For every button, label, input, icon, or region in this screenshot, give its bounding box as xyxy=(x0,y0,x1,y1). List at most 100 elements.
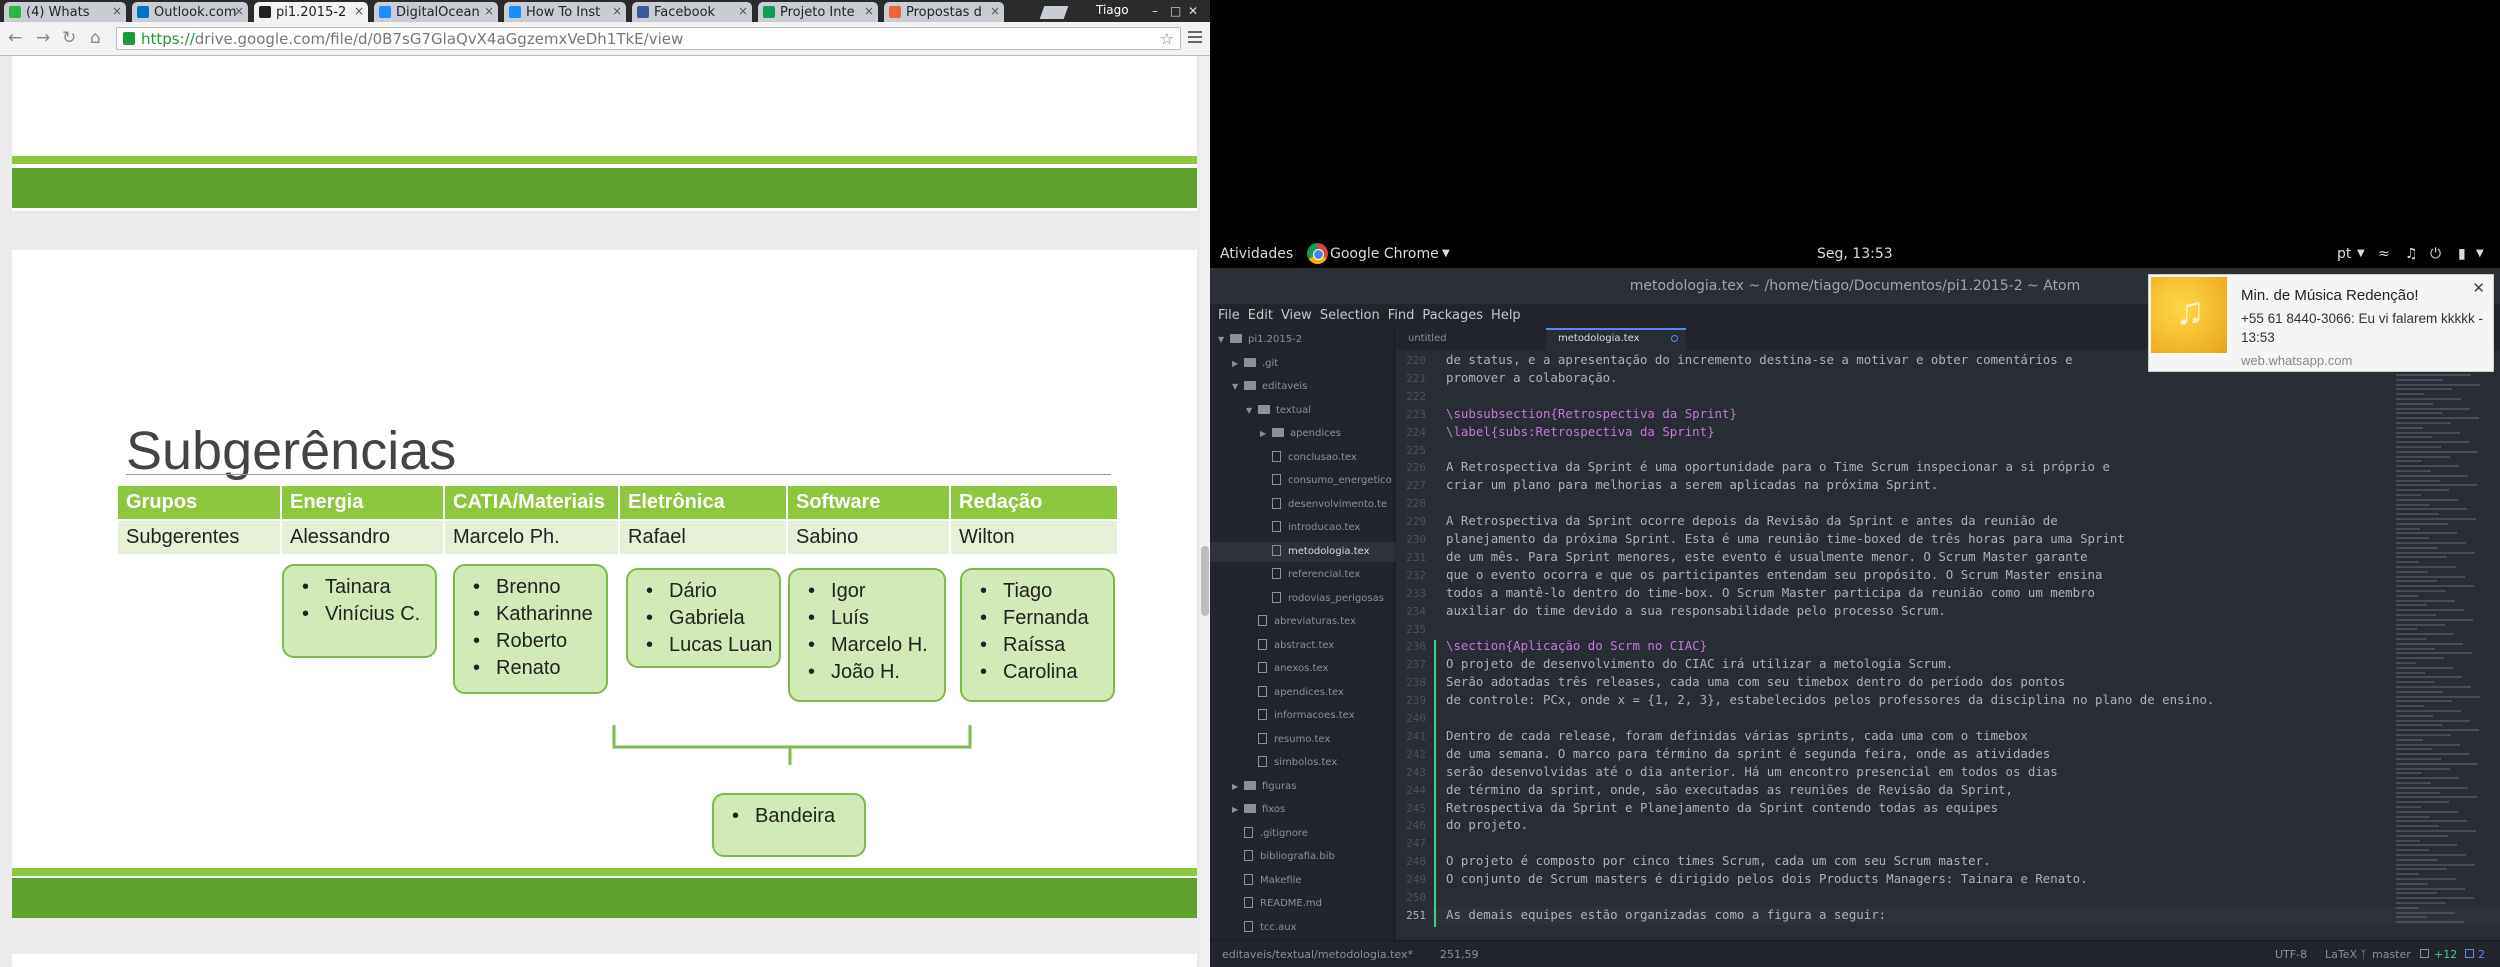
tree-item[interactable]: Makefile xyxy=(1210,871,1302,891)
tree-item[interactable]: desenvolvimento.te xyxy=(1210,495,1387,515)
status-updates[interactable]: 2 xyxy=(2478,948,2485,961)
tab-close-icon[interactable]: × xyxy=(864,4,874,18)
tree-item[interactable]: ▼ editaveis xyxy=(1210,377,1307,397)
minimap-line xyxy=(2396,854,2466,856)
tab-close-icon[interactable]: × xyxy=(990,4,1000,18)
tree-item[interactable]: ▶ figuras xyxy=(1210,777,1296,797)
tab-close-icon[interactable]: × xyxy=(612,4,622,18)
tab-close-icon[interactable]: × xyxy=(354,4,364,18)
browser-tab[interactable]: Outlook.com × xyxy=(132,2,248,22)
browser-tab[interactable]: How To Inst × xyxy=(504,2,626,22)
status-branch[interactable]: master xyxy=(2372,948,2411,961)
tab-close-icon[interactable]: × xyxy=(484,4,494,18)
menu-item[interactable]: File xyxy=(1218,308,1240,323)
code-line: planejamento da próxima Sprint. Esta é u… xyxy=(1446,531,2125,546)
tree-item[interactable]: ▼ textual xyxy=(1210,401,1311,421)
browser-tab[interactable]: (4) Whats × xyxy=(4,2,126,22)
home-icon[interactable]: ⌂ xyxy=(90,28,101,48)
browser-tab[interactable]: Projeto Inte × xyxy=(758,2,878,22)
maximize-icon[interactable]: □ xyxy=(1170,4,1183,18)
scrollbar-thumb[interactable] xyxy=(1201,546,1209,616)
new-tab-button[interactable] xyxy=(1039,6,1069,19)
tree-item[interactable]: anexos.tex xyxy=(1210,659,1328,679)
input-language[interactable]: pt xyxy=(2337,246,2351,262)
tree-item[interactable]: abreviaturas.tex xyxy=(1210,612,1356,632)
tree-item[interactable]: simbolos.tex xyxy=(1210,753,1337,773)
tree-item[interactable]: ▶ apendices xyxy=(1210,424,1341,444)
minimap[interactable] xyxy=(2396,350,2496,940)
close-window-icon[interactable]: ✕ xyxy=(1188,4,1201,18)
viewer-scrollbar[interactable] xyxy=(1200,56,1210,967)
activities-button[interactable]: Atividades xyxy=(1220,246,1293,262)
browser-tab[interactable]: pi1.2015-2 × xyxy=(254,2,368,22)
back-icon[interactable]: ← xyxy=(8,28,22,48)
text-editor[interactable]: 220 221 222 223 224 225 226 227 228 229 230 231 232 2… xyxy=(1396,350,2500,940)
address-bar[interactable]: https://drive.google.com/file/d/0B7sG7Gl… xyxy=(116,27,1181,50)
battery-icon[interactable]: ▮ xyxy=(2458,246,2466,262)
clock[interactable]: Seg, 13:53 xyxy=(1817,246,1893,262)
file-icon xyxy=(1258,662,1267,673)
tree-item[interactable]: informacoes.tex xyxy=(1210,706,1355,726)
menu-item[interactable]: Find xyxy=(1388,308,1415,323)
minimap-line xyxy=(2396,431,2460,434)
bookmark-star-icon[interactable]: ☆ xyxy=(1160,29,1174,48)
wifi-icon[interactable]: ≈ xyxy=(2378,246,2390,262)
power-icon[interactable]: ⏻ xyxy=(2430,246,2441,262)
status-cursor[interactable]: 251,59 xyxy=(1440,948,1479,961)
browser-tab[interactable]: Propostas d × xyxy=(884,2,1004,22)
app-menu[interactable]: Google Chrome xyxy=(1330,246,1439,262)
minimap-line xyxy=(2396,580,2437,583)
whatsapp-notification[interactable]: Min. de Música Redenção! +55 61 8440-306… xyxy=(2148,274,2494,372)
tab-label: untitled xyxy=(1408,333,1447,344)
minimap-line xyxy=(2396,844,2457,847)
tree-item[interactable]: rodovias_perigosas xyxy=(1210,589,1384,609)
tree-item[interactable]: consumo_energetico xyxy=(1210,471,1392,491)
tree-item[interactable]: tcc.aux xyxy=(1210,918,1296,938)
browser-tab[interactable]: DigitalOcean × xyxy=(374,2,498,22)
close-icon[interactable]: ✕ xyxy=(2472,279,2485,297)
minimap-line xyxy=(2396,378,2443,381)
tree-item[interactable]: bibliografia.bib xyxy=(1210,847,1335,867)
tree-item[interactable]: README.md xyxy=(1210,894,1322,914)
minimap-line xyxy=(2396,494,2421,496)
tree-item[interactable]: resumo.tex xyxy=(1210,730,1330,750)
tree-item[interactable]: metodologia.tex xyxy=(1210,541,1395,562)
profile-name[interactable]: Tiago xyxy=(1096,3,1129,17)
tab-close-icon[interactable]: × xyxy=(738,4,748,18)
chrome-menu-icon[interactable] xyxy=(1188,31,1202,45)
minimap-line xyxy=(2396,906,2418,909)
tab-close-icon[interactable]: × xyxy=(234,4,244,18)
menu-item[interactable]: Selection xyxy=(1320,308,1380,323)
tab-untitled[interactable]: untitled xyxy=(1396,328,1546,350)
minimap-line xyxy=(2396,738,2423,741)
tree-item[interactable]: abstract.tex xyxy=(1210,636,1334,656)
tab-close-icon[interactable]: × xyxy=(112,4,122,18)
org-table-header-cell: Grupos xyxy=(118,486,282,520)
browser-tab[interactable]: Facebook × xyxy=(632,2,752,22)
code-line: As demais equipes estão organizadas como… xyxy=(1446,906,1887,922)
member-name: Lucas Luan xyxy=(646,632,779,659)
menu-item[interactable]: Help xyxy=(1491,308,1521,323)
tab-metodologia[interactable]: metodologia.tex xyxy=(1546,328,1686,350)
tree-item[interactable]: ▶ .git xyxy=(1210,354,1278,374)
menu-item[interactable]: Packages xyxy=(1422,308,1483,323)
status-encoding[interactable]: UTF-8 xyxy=(2275,948,2307,961)
tree-item[interactable]: introducao.tex xyxy=(1210,518,1360,538)
volume-icon[interactable]: ♫ xyxy=(2405,246,2418,262)
forward-icon[interactable]: → xyxy=(36,28,50,48)
status-diff[interactable]: +12 xyxy=(2434,948,2457,961)
tree-item[interactable]: apendices.tex xyxy=(1210,683,1344,703)
minimize-icon[interactable]: – xyxy=(1152,4,1165,18)
tree-item[interactable]: ▶ fixos xyxy=(1210,800,1285,820)
member-name: João H. xyxy=(808,659,944,686)
tree-item[interactable]: .gitignore xyxy=(1210,824,1308,844)
tree-item[interactable]: ▼ pi1.2015-2 xyxy=(1210,330,1302,350)
status-file-path[interactable]: editaveis/textual/metodologia.tex* xyxy=(1222,948,1413,961)
reload-icon[interactable]: ↻ xyxy=(62,28,76,48)
menu-item[interactable]: View xyxy=(1281,308,1312,323)
tree-item[interactable]: referencial.tex xyxy=(1210,565,1360,585)
chevron-down-icon: ▼ xyxy=(2476,248,2484,259)
tree-item[interactable]: conclusao.tex xyxy=(1210,448,1357,468)
status-grammar[interactable]: LaTeX xyxy=(2325,948,2357,961)
menu-item[interactable]: Edit xyxy=(1248,308,1273,323)
